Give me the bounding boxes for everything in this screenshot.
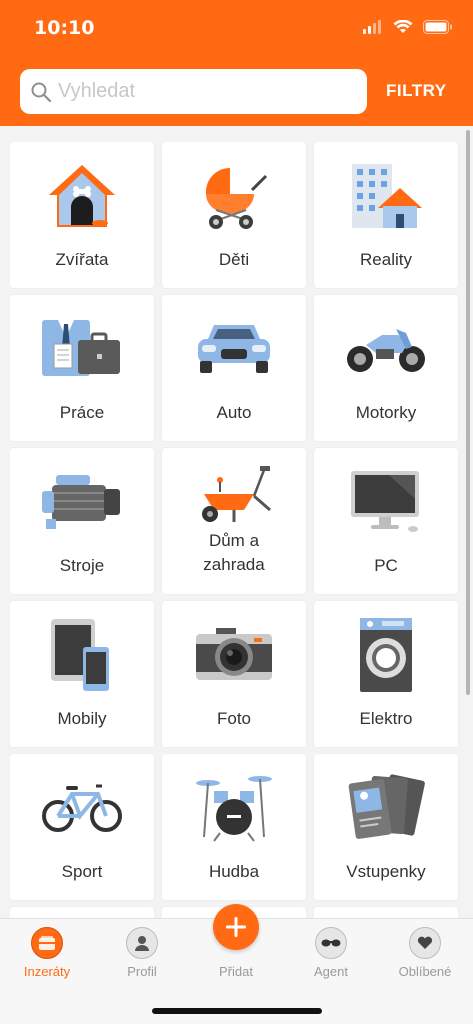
tab-label: Profil [127,964,157,979]
stroller-icon [205,167,268,229]
category-label: Elektro [359,709,413,728]
motorcycle-icon [347,329,425,372]
tab-agent[interactable]: Agent [284,919,378,989]
category-grid: Zvířata Děti Reality Práce Auto Motorky … [10,142,459,918]
doghouse-icon [49,165,115,227]
building-house-icon [352,164,422,228]
category-tile-stroje[interactable]: Stroje [10,448,154,594]
tab-inzeraty[interactable]: Inzeráty [0,919,94,989]
bicycle-icon [42,784,122,832]
category-label: Auto [216,403,252,422]
listings-icon [31,927,63,959]
add-listing-button[interactable] [213,904,259,950]
category-label: Reality [360,250,412,269]
category-label: Foto [216,709,252,728]
category-tile-mobily[interactable]: Mobily [10,601,154,747]
category-tile-reality[interactable]: Reality [314,142,458,288]
category-label-line1: Dům a [208,531,260,550]
agent-glasses-icon [315,927,347,959]
tab-profil[interactable]: Profil [95,919,189,989]
tab-oblibene[interactable]: Oblíbené [378,919,472,989]
category-tile-elektro[interactable]: Elektro [314,601,458,747]
signal-icon [363,20,381,34]
category-label: Práce [59,403,105,422]
category-label: Děti [218,250,250,269]
tab-label: Oblíbené [398,964,452,979]
category-tile-dum-a-zahrada[interactable]: Dům a zahrada [162,448,306,594]
filters-button[interactable]: FILTRY [386,81,447,101]
category-tile-auto[interactable]: Auto [162,295,306,441]
category-label: Sport [61,862,103,881]
app-header: 10:10 FILTRY [0,0,473,126]
category-label: Stroje [59,556,105,575]
car-icon [198,325,270,373]
washing-machine-icon [360,618,412,692]
tickets-icon [348,774,425,839]
category-tile-hudba[interactable]: Hudba [162,754,306,900]
category-label: PC [374,556,398,575]
search-input[interactable] [58,80,338,103]
scrollbar[interactable] [466,130,470,695]
profile-icon [126,927,158,959]
category-tile-vstupenky[interactable]: Vstupenky [314,754,458,900]
tablet-phone-icon [51,619,109,691]
camera-icon [196,628,272,680]
engine-icon [42,475,120,529]
search-icon [31,82,52,102]
category-tile-sport[interactable]: Sport [10,754,154,900]
category-tile-partial[interactable] [314,907,458,918]
wifi-icon [393,20,413,33]
category-tile-motorky[interactable]: Motorky [314,295,458,441]
category-tile-prace[interactable]: Práce [10,295,154,441]
search-box[interactable] [20,69,367,114]
category-label: Hudba [208,862,260,881]
category-label: Vstupenky [346,862,426,881]
category-label: Mobily [57,709,107,728]
wheelbarrow-icon [202,466,271,522]
status-icons [363,20,453,34]
category-tile-partial[interactable] [10,907,154,918]
heart-icon [409,927,441,959]
tab-label: Agent [314,964,348,979]
category-tile-zvirata[interactable]: Zvířata [10,142,154,288]
suit-briefcase-icon [42,320,120,376]
category-label: Zvířata [55,250,109,269]
category-tile-foto[interactable]: Foto [162,601,306,747]
category-label: Motorky [355,403,417,422]
computer-icon [351,471,419,532]
plus-icon [226,917,246,937]
category-label: Dům a zahrada [162,529,306,577]
tab-label: Přidat [219,964,253,979]
category-label-line2: zahrada [203,555,265,574]
category-tile-pc[interactable]: PC [314,448,458,594]
category-tile-deti[interactable]: Děti [162,142,306,288]
status-time: 10:10 [34,17,95,39]
home-indicator [152,1008,322,1014]
battery-icon [423,20,452,34]
tab-label: Inzeráty [23,964,71,979]
drums-icon [196,776,272,842]
